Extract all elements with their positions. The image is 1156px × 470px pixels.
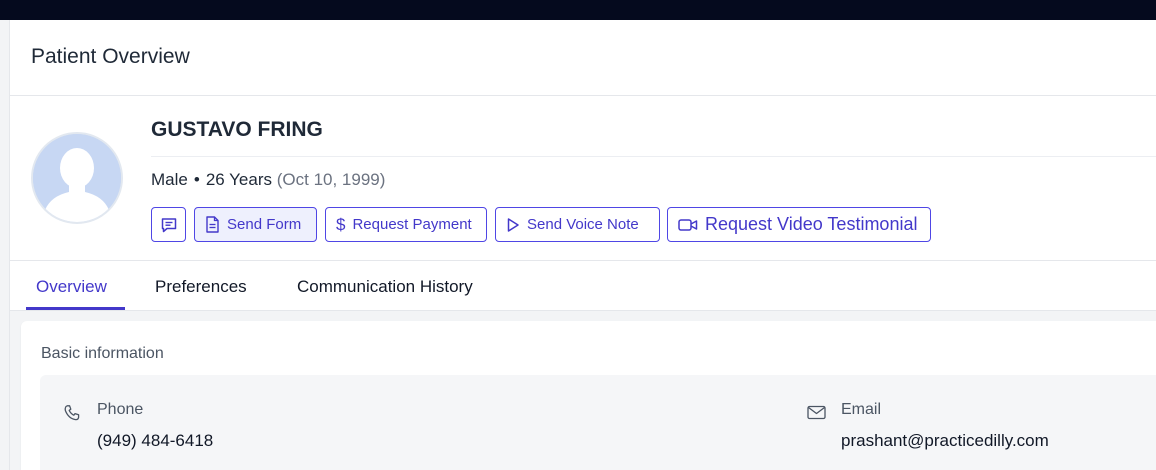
patient-dob: (Oct 10, 1999): [276, 170, 386, 189]
mail-icon: [807, 405, 826, 420]
video-icon: [678, 218, 698, 231]
page-title: Patient Overview: [31, 45, 190, 68]
tab-preferences[interactable]: Preferences: [155, 277, 247, 297]
header: Patient Overview: [10, 20, 1156, 96]
request-payment-label: Request Payment: [352, 216, 472, 233]
divider: [151, 156, 1156, 157]
patient-meta: Male • 26 Years (Oct 10, 1999): [151, 170, 385, 190]
patient-gender: Male: [151, 170, 188, 189]
patient-age: 26 Years: [205, 170, 272, 189]
request-payment-button[interactable]: $ Request Payment: [325, 207, 487, 242]
info-box: Phone (949) 484-6418 Email prashant@prac…: [40, 375, 1156, 470]
dollar-icon: $: [336, 214, 346, 234]
basic-information-card: Basic information Phone (949) 484-6418 E…: [21, 321, 1156, 470]
send-voice-note-button[interactable]: Send Voice Note: [495, 207, 660, 242]
section-title: Basic information: [41, 345, 164, 362]
user-placeholder-icon: [33, 134, 121, 222]
patient-overview-panel: Patient Overview GUSTAVO FRING Male • 26 Y…: [9, 20, 1156, 470]
document-icon: [206, 216, 219, 233]
play-icon: [507, 217, 519, 232]
email-value: prashant@practicedilly.com: [841, 431, 1049, 450]
request-video-testimonial-label: Request Video Testimonial: [705, 214, 918, 234]
tab-overview[interactable]: Overview: [36, 277, 107, 297]
separator-dot: •: [193, 170, 200, 189]
divider: [10, 260, 1156, 261]
email-label: Email: [841, 401, 882, 418]
patient-name: GUSTAVO FRING: [151, 118, 323, 141]
phone-value: (949) 484-6418: [97, 431, 214, 450]
avatar: [31, 132, 123, 224]
message-button[interactable]: [151, 207, 186, 242]
top-bar: [0, 0, 1156, 20]
request-video-testimonial-button[interactable]: Request Video Testimonial: [667, 207, 931, 242]
send-form-label: Send Form: [227, 216, 302, 233]
send-form-button[interactable]: Send Form: [194, 207, 317, 242]
phone-label: Phone: [97, 401, 144, 418]
message-icon: [161, 217, 176, 232]
send-voice-note-label: Send Voice Note: [527, 216, 639, 233]
phone-icon: [64, 405, 80, 421]
tab-communication-history[interactable]: Communication History: [297, 277, 473, 297]
